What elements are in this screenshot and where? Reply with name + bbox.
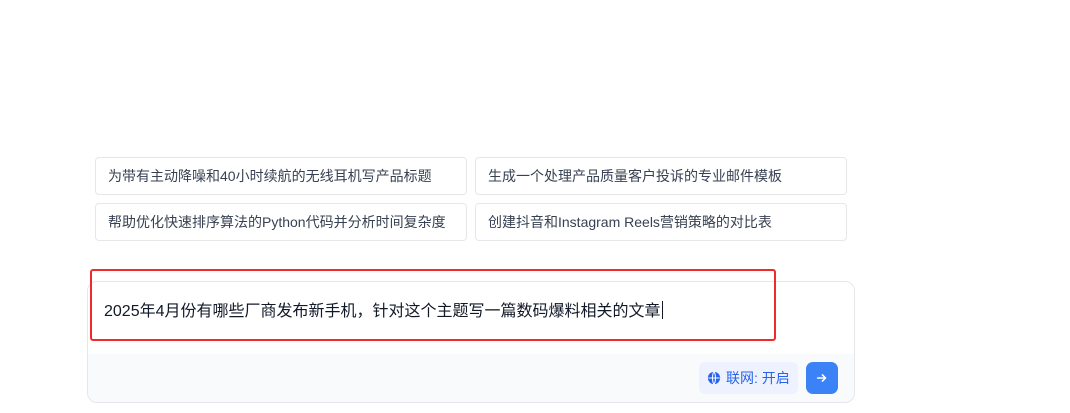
suggestion-label: 为带有主动降噪和40小时续航的无线耳机写产品标题 [108, 168, 432, 184]
suggestion-label: 生成一个处理产品质量客户投诉的专业邮件模板 [488, 168, 782, 184]
suggestion-label: 创建抖音和Instagram Reels营销策略的对比表 [488, 214, 772, 230]
arrow-right-icon [816, 374, 827, 382]
text-caret [661, 301, 663, 319]
suggestion-chip[interactable]: 创建抖音和Instagram Reels营销策略的对比表 [475, 203, 847, 241]
suggestion-chip[interactable]: 帮助优化快速排序算法的Python代码并分析时间复杂度 [95, 203, 467, 241]
globe-icon [707, 371, 721, 385]
suggestion-chip[interactable]: 生成一个处理产品质量客户投诉的专业邮件模板 [475, 157, 847, 195]
message-input-text: 2025年4月份有哪些厂商发布新手机，针对这个主题写一篇数码爆料相关的文章 [104, 303, 661, 320]
chat-start-page: 为带有主动降噪和40小时续航的无线耳机写产品标题 生成一个处理产品质量客户投诉的… [0, 0, 1070, 413]
send-button[interactable] [806, 362, 838, 394]
web-search-toggle[interactable]: 联网: 开启 [699, 362, 798, 394]
message-input[interactable]: 2025年4月份有哪些厂商发布新手机，针对这个主题写一篇数码爆料相关的文章 [88, 282, 854, 354]
web-search-label: 联网: 开启 [726, 370, 790, 386]
suggestion-chip[interactable]: 为带有主动降噪和40小时续航的无线耳机写产品标题 [95, 157, 467, 195]
message-input-text-wrap: 2025年4月份有哪些厂商发布新手机，针对这个主题写一篇数码爆料相关的文章 [104, 297, 663, 321]
suggestion-label: 帮助优化快速排序算法的Python代码并分析时间复杂度 [108, 214, 446, 230]
